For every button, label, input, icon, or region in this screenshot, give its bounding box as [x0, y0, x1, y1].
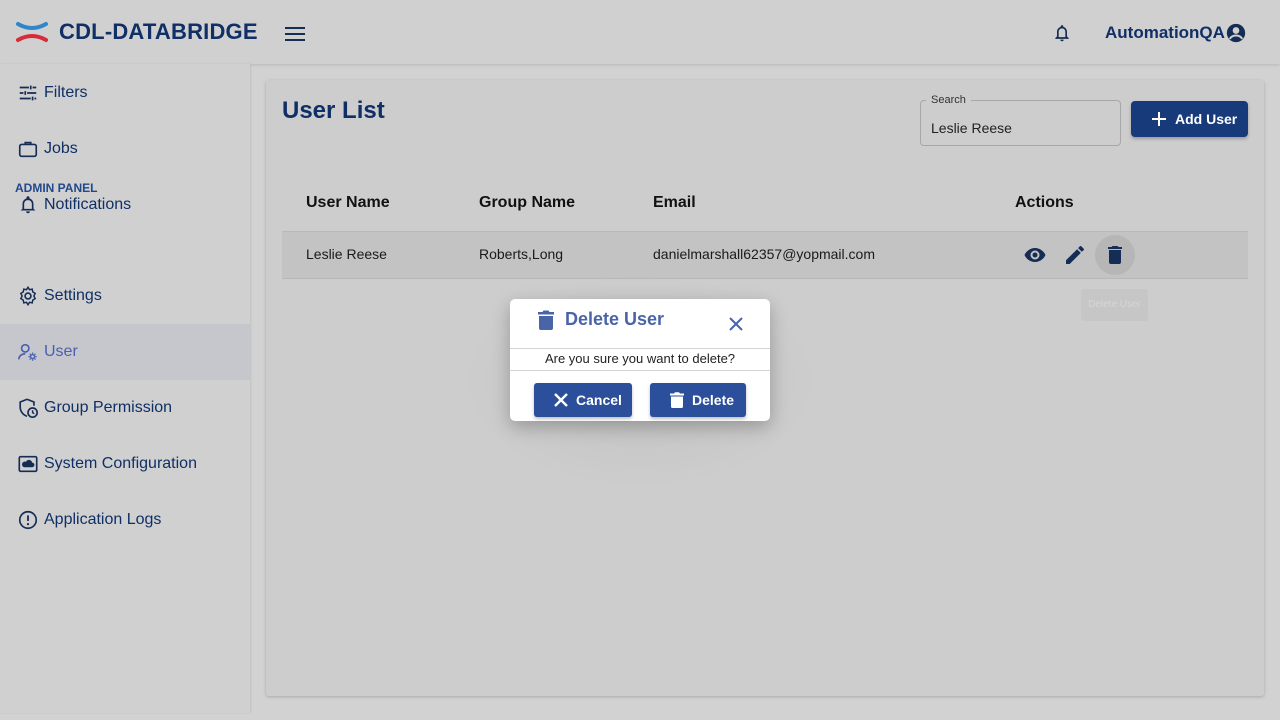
cloud-screen-icon — [18, 455, 38, 473]
delete-label: Delete — [692, 392, 735, 408]
sidebar-item-jobs[interactable]: Jobs — [0, 121, 250, 177]
sliders-icon — [19, 85, 37, 101]
sidebar-item-user[interactable]: User — [0, 324, 250, 380]
cancel-button[interactable]: Cancel — [534, 383, 632, 417]
sidebar-item-label: System Configuration — [44, 455, 197, 472]
menu-icon[interactable] — [285, 27, 305, 43]
username[interactable]: AutomationQA — [1105, 23, 1225, 43]
dialog-divider — [510, 348, 770, 349]
page-title: User List — [282, 97, 385, 124]
sidebar-item-label: Filters — [44, 84, 88, 101]
sidebar-item-label: User — [44, 343, 78, 360]
add-user-label: Add User — [1175, 111, 1238, 127]
add-user-button[interactable]: Add User — [1131, 101, 1248, 137]
dialog-message: Are you sure you want to delete? — [544, 351, 736, 366]
sidebar-item-settings[interactable]: Settings — [0, 268, 250, 324]
cell-email: danielmarshall62357@yopmail.com — [653, 246, 875, 262]
sidebar-item-label: Notifications — [44, 196, 132, 213]
column-header-actions: Actions — [1015, 194, 1074, 211]
admin-panel-heading: ADMIN PANEL — [15, 181, 98, 195]
dialog-title: Delete User — [565, 309, 665, 329]
column-header-group-name: Group Name — [479, 194, 576, 211]
cancel-label: Cancel — [576, 392, 622, 408]
dialog-divider — [510, 370, 770, 371]
search-label: Search — [926, 94, 971, 106]
close-icon — [554, 393, 568, 407]
cell-user-name: Leslie Reese — [306, 246, 387, 262]
gear-icon — [19, 285, 37, 307]
sidebar-item-label: Group Permission — [44, 399, 173, 416]
delete-icon[interactable] — [1103, 243, 1127, 267]
bell-icon — [20, 196, 36, 214]
edit-icon[interactable] — [1063, 243, 1087, 267]
confirm-delete-button[interactable]: Delete — [650, 383, 746, 417]
brand-logo — [16, 22, 48, 42]
trash-icon — [670, 392, 684, 408]
view-icon[interactable] — [1023, 243, 1047, 267]
shield-clock-icon — [19, 398, 38, 418]
alert-circle-icon — [18, 510, 38, 530]
bell-icon[interactable] — [1052, 22, 1072, 44]
column-header-user-name: User Name — [306, 194, 390, 211]
sidebar-item-label: Settings — [44, 287, 102, 304]
cell-group-name: Roberts,Long — [479, 246, 564, 262]
delete-user-tooltip: Delete User — [1081, 289, 1148, 321]
column-header-email: Email — [653, 194, 696, 211]
sidebar-item-group-permission[interactable]: Group Permission — [0, 380, 250, 436]
sidebar-item-application-logs[interactable]: Application Logs — [0, 492, 250, 548]
trash-icon — [538, 310, 554, 330]
account-icon[interactable] — [1226, 23, 1246, 43]
close-icon[interactable] — [728, 316, 744, 332]
plus-icon — [1152, 112, 1166, 126]
sidebar-item-label: Jobs — [44, 140, 78, 157]
sidebar-item-system-configuration[interactable]: System Configuration — [0, 436, 250, 492]
search-input[interactable] — [931, 118, 1111, 138]
user-gear-icon — [18, 343, 37, 361]
sidebar-item-filters[interactable]: Filters — [0, 65, 250, 121]
briefcase-icon — [18, 141, 38, 158]
sidebar-item-label: Application Logs — [44, 511, 162, 528]
brand-name: CDL-DATABRIDGE — [59, 19, 258, 44]
